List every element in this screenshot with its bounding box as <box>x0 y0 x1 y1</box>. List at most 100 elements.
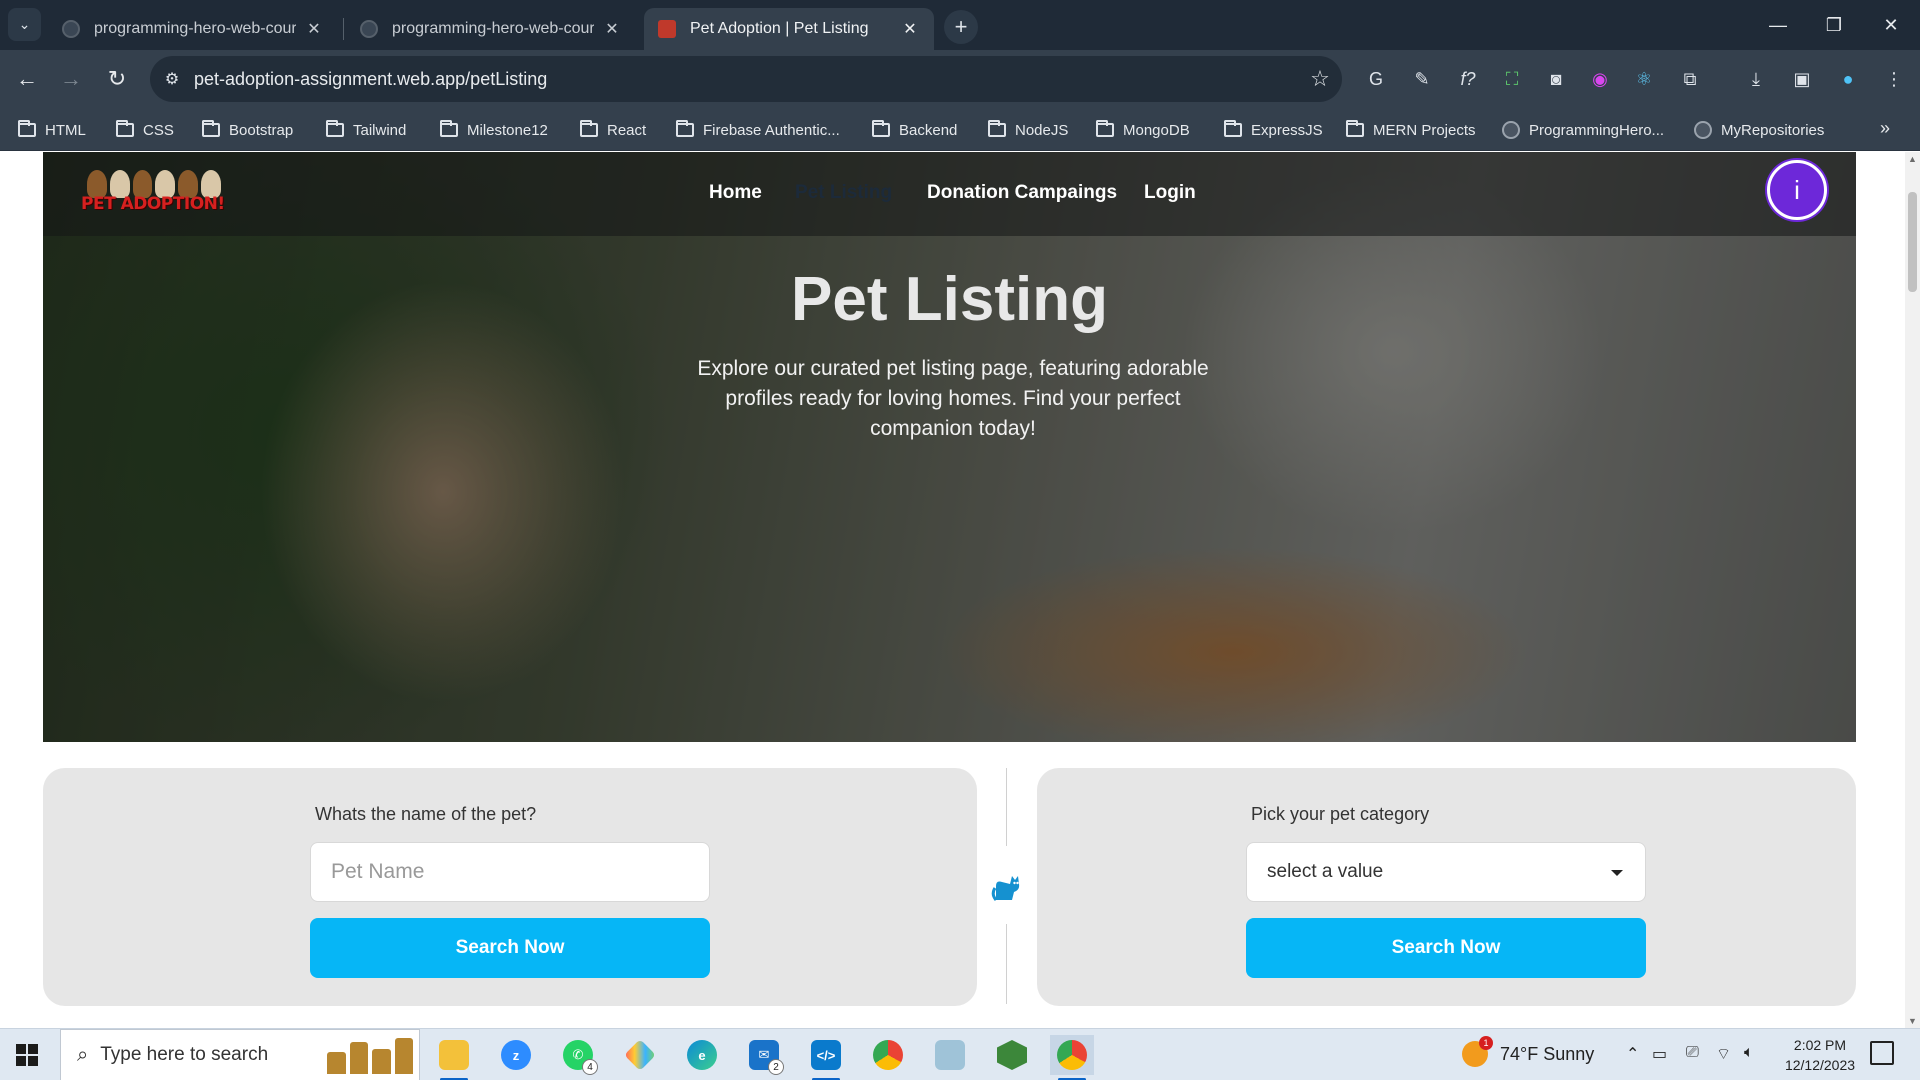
extensions-puzzle-icon[interactable]: ⧉ <box>1676 65 1704 93</box>
restore-button[interactable]: ❐ <box>1805 0 1863 50</box>
notification-center-icon[interactable] <box>1870 1041 1894 1065</box>
browser-tab-1[interactable]: programming-hero-web-cours ✕ <box>48 8 338 50</box>
nav-donation-campaigns[interactable]: Donation Campaings <box>927 182 1117 204</box>
bookmark-label: Bootstrap <box>229 121 294 139</box>
pet-adoption-favicon <box>658 20 676 38</box>
pen-extension-icon[interactable]: ✎ <box>1408 65 1436 93</box>
bookmark-mern-projects[interactable]: MERN Projects <box>1346 118 1476 142</box>
search-by-category-button[interactable]: Search Now <box>1246 918 1646 978</box>
screen-capture-extension-icon[interactable]: ⛶ <box>1498 65 1526 93</box>
bookmark-css[interactable]: CSS <box>116 118 174 142</box>
bookmark-milestone12[interactable]: Milestone12 <box>440 118 548 142</box>
bookmark-label: ExpressJS <box>1251 121 1323 139</box>
clock-date: 12/12/2023 <box>1784 1057 1856 1073</box>
page-scrollbar[interactable]: ▲ ▼ <box>1905 152 1920 1028</box>
bookmarks-bar: HTML CSS Bootstrap Tailwind Milestone12 … <box>0 108 1920 151</box>
scroll-down-arrow-icon[interactable]: ▼ <box>1908 1016 1917 1026</box>
site-logo[interactable]: PET ADOPTION! <box>81 170 227 220</box>
taskbar-whatsapp[interactable]: ✆ 4 <box>556 1035 600 1075</box>
browser-tab-2[interactable]: programming-hero-web-cours ✕ <box>346 8 636 50</box>
bookmark-mongodb[interactable]: MongoDB <box>1096 118 1190 142</box>
notification-badge: 2 <box>768 1059 784 1075</box>
user-avatar-button[interactable]: i <box>1767 160 1827 220</box>
folder-icon <box>202 120 220 137</box>
back-button[interactable]: ← <box>8 60 46 98</box>
bookmark-bootstrap[interactable]: Bootstrap <box>202 118 293 142</box>
bookmark-nodejs[interactable]: NodeJS <box>988 118 1068 142</box>
taskbar-edge[interactable]: e <box>680 1035 724 1075</box>
bookmark-label: Backend <box>899 121 958 139</box>
window-close-button[interactable]: ✕ <box>1862 0 1920 50</box>
close-icon[interactable]: ✕ <box>304 19 324 39</box>
weather-text: 74°F Sunny <box>1500 1043 1595 1064</box>
scroll-up-arrow-icon[interactable]: ▲ <box>1908 154 1917 164</box>
pet-name-input[interactable]: Pet Name <box>310 842 710 902</box>
sun-icon: 1 <box>1462 1036 1493 1067</box>
chrome-icon <box>873 1040 903 1070</box>
taskbar-app-paper[interactable] <box>928 1035 972 1075</box>
taskbar-file-explorer[interactable] <box>432 1035 476 1080</box>
nav-login[interactable]: Login <box>1144 182 1196 204</box>
nav-pet-listing[interactable]: Pet Listing <box>795 182 892 204</box>
volume-icon[interactable]: 🔈︎ <box>1744 1044 1754 1062</box>
nodejs-icon <box>997 1040 1027 1070</box>
bookmark-html[interactable]: HTML <box>18 118 86 142</box>
weather-widget[interactable]: 1 74°F Sunny <box>1462 1036 1595 1067</box>
search-by-name-button[interactable]: Search Now <box>310 918 710 978</box>
bookmark-myrepositories[interactable]: MyRepositories <box>1694 118 1824 142</box>
folder-icon <box>116 120 134 137</box>
bookmark-firebase[interactable]: Firebase Authentic... <box>676 118 840 142</box>
download-icon[interactable]: ⤓ <box>1742 65 1770 93</box>
taskbar-nodejs[interactable] <box>990 1035 1034 1075</box>
close-icon[interactable]: ✕ <box>602 19 622 39</box>
bookmark-backend[interactable]: Backend <box>872 118 957 142</box>
tab-search-button[interactable]: ⌄ <box>8 8 41 41</box>
function-extension-icon[interactable]: f? <box>1454 65 1482 93</box>
device-icon[interactable]: ⎚ <box>1686 1044 1699 1062</box>
bookmark-expressjs[interactable]: ExpressJS <box>1224 118 1323 142</box>
url-text[interactable]: pet-adoption-assignment.web.app/petListi… <box>194 69 1298 90</box>
folder-icon <box>580 120 598 137</box>
taskbar-zoom[interactable]: z <box>494 1035 538 1075</box>
close-icon[interactable]: ✕ <box>900 19 920 39</box>
windows-start-icon[interactable] <box>16 1044 38 1066</box>
menu-kebab-icon[interactable]: ⋮ <box>1880 65 1908 93</box>
taskbar-chrome[interactable] <box>866 1035 910 1075</box>
folder-icon <box>872 120 890 137</box>
chevron-up-icon[interactable]: ⌃ <box>1626 1044 1639 1064</box>
taskbar-vscode[interactable]: </> <box>804 1035 848 1080</box>
bookmark-react[interactable]: React <box>580 118 646 142</box>
browser-tab-active[interactable]: Pet Adoption | Pet Listing ✕ <box>644 8 934 50</box>
more-bookmarks-chevron-icon[interactable]: » <box>1880 118 1890 139</box>
zoom-icon: z <box>501 1040 531 1070</box>
system-clock[interactable]: 2:02 PM 12/12/2023 <box>1775 1035 1865 1075</box>
profile-icon[interactable]: ● <box>1834 65 1862 93</box>
pet-category-select[interactable]: select a value <box>1246 842 1646 902</box>
wifi-icon[interactable]: ⌔ <box>1716 1044 1731 1064</box>
select-value: select a value <box>1267 861 1384 882</box>
address-bar[interactable]: ⚙ pet-adoption-assignment.web.app/petLis… <box>150 56 1342 102</box>
new-tab-button[interactable]: + <box>944 10 978 44</box>
forward-button[interactable]: → <box>52 60 90 98</box>
weather-badge: 1 <box>1479 1036 1493 1050</box>
nav-home[interactable]: Home <box>709 182 762 204</box>
reload-icon: ↻ <box>107 66 127 91</box>
minimize-button[interactable]: — <box>1749 0 1807 50</box>
taskbar-search-box[interactable]: ⌕ Type here to search <box>60 1029 420 1080</box>
translate-extension-icon[interactable]: G <box>1362 65 1390 93</box>
site-navbar: PET ADOPTION! Home Pet Listing Donation … <box>43 152 1856 236</box>
react-devtools-icon[interactable]: ⚛ <box>1630 65 1658 93</box>
battery-icon[interactable]: ▭ <box>1652 1044 1667 1064</box>
taskbar-app-diamond[interactable] <box>618 1035 662 1075</box>
bookmark-programminghero[interactable]: ProgrammingHero... <box>1502 118 1664 142</box>
taskbar-chrome-active[interactable] <box>1050 1035 1094 1080</box>
bookmark-star-icon[interactable]: ☆ <box>1298 66 1342 92</box>
reload-button[interactable]: ↻ <box>98 60 136 98</box>
scrollbar-thumb[interactable] <box>1908 192 1917 292</box>
site-settings-icon[interactable]: ⚙ <box>150 69 194 89</box>
side-panel-icon[interactable]: ▣ <box>1788 65 1816 93</box>
bookmark-tailwind[interactable]: Tailwind <box>326 118 406 142</box>
globe-extension-icon[interactable]: ◉ <box>1586 65 1614 93</box>
camera-extension-icon[interactable]: ◙ <box>1542 65 1570 93</box>
taskbar-mail[interactable]: ✉ 2 <box>742 1035 786 1075</box>
